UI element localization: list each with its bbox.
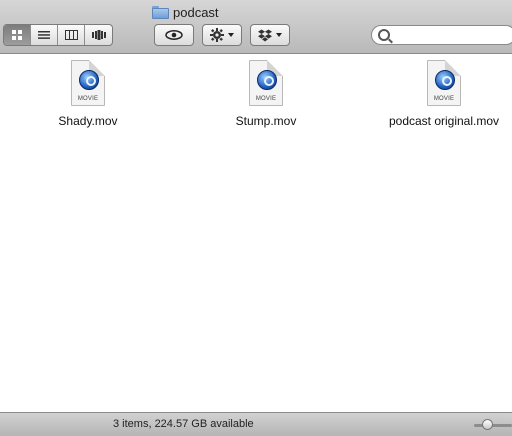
quicktime-movie-icon: MOVIE bbox=[427, 60, 461, 106]
file-name: podcast original.mov bbox=[388, 114, 500, 128]
icon-size-slider-track[interactable] bbox=[474, 424, 512, 427]
search-field[interactable] bbox=[371, 25, 512, 45]
status-text: 3 items, 224.57 GB available bbox=[113, 418, 254, 430]
quicktime-movie-icon: MOVIE bbox=[249, 60, 283, 106]
dropbox-button[interactable] bbox=[250, 24, 290, 46]
gear-icon bbox=[210, 28, 224, 42]
file-browser: MOVIE Shady.mov MOVIE Stump.mov MOVIE po… bbox=[0, 54, 512, 412]
view-mode-control bbox=[3, 24, 113, 46]
toolbar: podcast bbox=[0, 0, 512, 54]
file-name: Shady.mov bbox=[58, 114, 118, 128]
chevron-down-icon bbox=[228, 33, 234, 37]
status-bar: 3 items, 224.57 GB available bbox=[0, 412, 512, 436]
list-view-button[interactable] bbox=[31, 25, 58, 45]
window-title: podcast bbox=[173, 4, 219, 20]
file-item[interactable]: MOVIE podcast original.mov bbox=[374, 60, 512, 128]
file-name: Stump.mov bbox=[235, 114, 297, 128]
action-menu-button[interactable] bbox=[202, 24, 242, 46]
file-kind-label: MOVIE bbox=[77, 96, 99, 102]
coverflow-view-icon bbox=[91, 30, 106, 40]
quick-look-button[interactable] bbox=[154, 24, 194, 46]
icon-view-icon bbox=[12, 30, 22, 40]
window-title-bar: podcast bbox=[152, 3, 219, 21]
list-view-icon bbox=[38, 31, 50, 39]
coverflow-view-button[interactable] bbox=[85, 25, 112, 45]
folder-icon bbox=[152, 5, 169, 19]
file-item[interactable]: MOVIE Stump.mov bbox=[196, 60, 336, 128]
file-kind-label: MOVIE bbox=[433, 96, 455, 102]
file-item[interactable]: MOVIE Shady.mov bbox=[18, 60, 158, 128]
column-view-icon bbox=[64, 30, 78, 40]
search-icon bbox=[378, 29, 390, 41]
quicktime-movie-icon: MOVIE bbox=[71, 60, 105, 106]
dropbox-icon bbox=[258, 29, 272, 41]
column-view-button[interactable] bbox=[58, 25, 85, 45]
icon-view-button[interactable] bbox=[4, 25, 31, 45]
chevron-down-icon bbox=[276, 33, 282, 37]
file-kind-label: MOVIE bbox=[255, 96, 277, 102]
eye-icon bbox=[165, 30, 183, 40]
icon-size-slider-knob[interactable] bbox=[482, 419, 493, 430]
